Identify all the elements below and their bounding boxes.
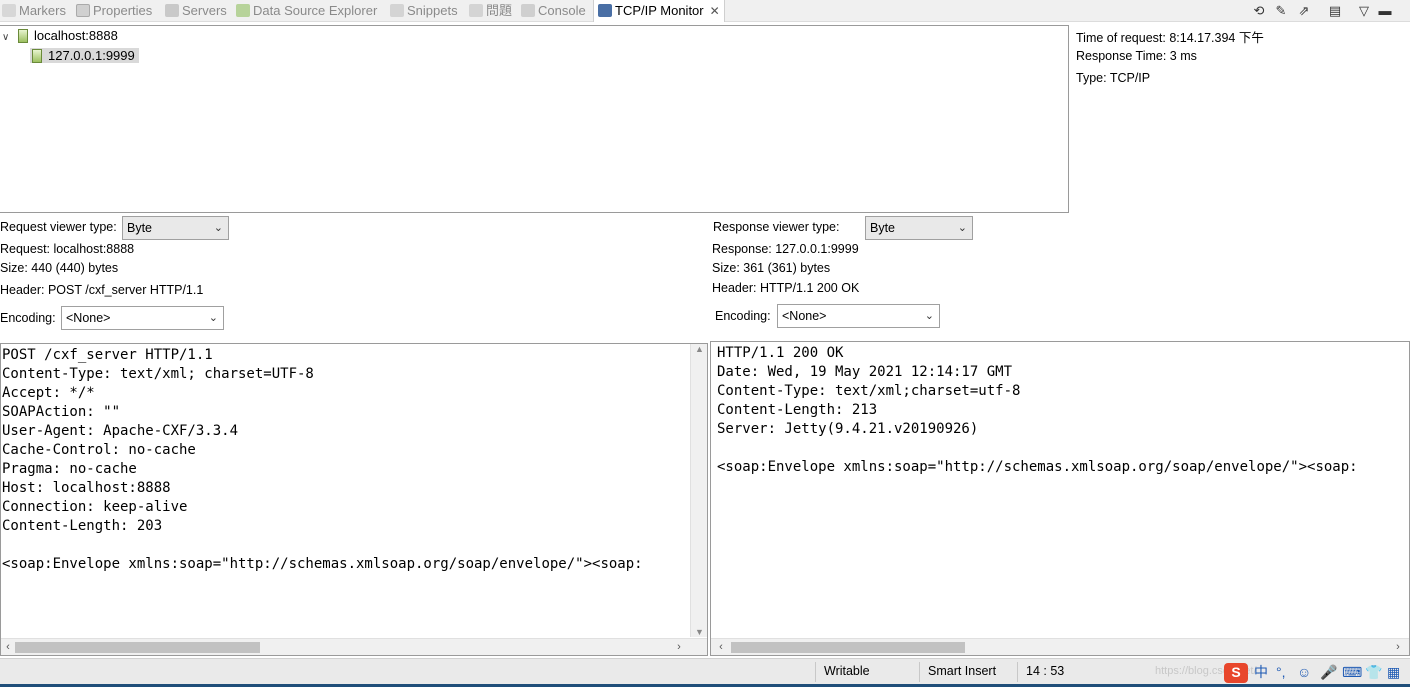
tab-console[interactable]: Console [521,0,586,22]
properties-icon [76,4,90,17]
clear-icon[interactable]: ✎ [1272,2,1290,20]
status-bar: Writable Smart Insert 14 : 53 https://bl… [0,658,1410,687]
response-viewer-type-select[interactable]: Byte ⌄ [865,216,973,240]
ime-emoji-icon[interactable]: ☺ [1297,663,1311,681]
chevron-down-icon[interactable]: ∨ [2,29,14,47]
snippets-icon [390,4,404,17]
response-viewer-type-label: Response viewer type: [713,220,840,234]
tab-snippets[interactable]: Snippets [390,0,458,22]
markers-icon [2,4,16,17]
request-header: Header: POST /cxf_server HTTP/1.1 [0,283,204,297]
request-node-icon [32,49,42,63]
history-icon[interactable]: ⟲ [1250,2,1268,20]
tab-problems[interactable]: 問題 [469,0,512,22]
scroll-left-icon[interactable]: ‹ [1,639,15,655]
request-source: Request: localhost:8888 [0,242,135,256]
ime-skin-icon[interactable]: 👕 [1365,663,1382,681]
ime-toolbox-icon[interactable]: ▦ [1387,663,1400,681]
data-source-icon [236,4,250,17]
chevron-down-icon: ⌄ [924,310,934,322]
request-horizontal-scrollbar[interactable]: ‹ › [1,638,707,655]
tcpip-monitor-icon [598,4,612,17]
tab-servers[interactable]: Servers [165,0,227,22]
scroll-right-icon[interactable]: › [672,639,686,655]
connection-type: Type: TCP/IP [1076,71,1151,85]
chevron-down-icon: ⌄ [208,312,218,324]
tab-markers[interactable]: Markers [2,0,66,22]
ime-punctuation-icon[interactable]: °, [1276,663,1286,681]
response-header: Header: HTTP/1.1 200 OK [712,281,860,295]
response-encoding-select[interactable]: <None> ⌄ [777,304,940,328]
console-icon [521,4,535,17]
tree-item-localhost[interactable]: ∨ localhost:8888 [2,27,118,45]
host-node-icon [18,29,28,43]
response-body-viewer[interactable]: HTTP/1.1 200 OK Date: Wed, 19 May 2021 1… [710,341,1410,656]
scroll-up-icon[interactable]: ▲ [691,344,707,354]
request-body-text[interactable]: POST /cxf_server HTTP/1.1 Content-Type: … [1,344,707,574]
request-tree: ∨ localhost:8888 127.0.0.1:9999 [0,25,1069,213]
request-size: Size: 440 (440) bytes [0,261,119,275]
ime-keyboard-icon[interactable]: ⌨ [1342,663,1362,681]
request-vertical-scrollbar[interactable]: ▲ ▼ [690,344,707,637]
request-viewer-type-select[interactable]: Byte ⌄ [122,216,229,240]
response-hscroll-thumb[interactable] [731,642,965,653]
watermark-text: https://blog.csdn.net/... [1155,665,1266,677]
ime-language-toggle[interactable]: 中 [1254,663,1268,681]
tab-tcpip-monitor[interactable]: TCP/IP Monitor ✕ [593,0,725,22]
request-hscroll-thumb[interactable] [15,642,260,653]
tree-item-request-127[interactable]: 127.0.0.1:9999 [30,47,139,65]
time-of-request: Time of request: 8:14.17.394 下午 [1076,31,1264,45]
servers-icon [165,4,179,17]
request-encoding-label: Encoding: [0,311,56,325]
request-encoding-select[interactable]: <None> ⌄ [61,306,224,330]
view-menu-icon[interactable]: ▽ [1355,2,1373,20]
scroll-left-icon[interactable]: ‹ [714,639,728,655]
response-horizontal-scrollbar[interactable]: ‹ › [711,638,1409,655]
problems-icon [469,4,483,17]
minimize-icon[interactable]: ▬ [1376,2,1394,20]
properties-toolbar-icon[interactable]: ▤ [1326,2,1344,20]
request-viewer-type-label: Request viewer type: [0,220,117,234]
ime-logo-icon[interactable]: S [1224,663,1248,683]
close-tab-icon[interactable]: ✕ [710,4,720,18]
response-encoding-label: Encoding: [715,309,771,323]
request-body-viewer[interactable]: POST /cxf_server HTTP/1.1 Content-Type: … [0,343,708,656]
response-time: Response Time: 3 ms [1076,49,1197,63]
response-source: Response: 127.0.0.1:9999 [712,242,859,256]
chevron-down-icon: ⌄ [213,222,223,234]
ime-voice-icon[interactable]: 🎤 [1320,663,1337,681]
tab-data-source-explorer[interactable]: Data Source Explorer [236,0,377,22]
open-in-editor-icon[interactable]: ⇗ [1295,2,1313,20]
tab-properties[interactable]: Properties [76,0,152,22]
status-insert-mode[interactable]: Smart Insert [928,659,996,687]
response-size: Size: 361 (361) bytes [712,261,831,275]
status-writable: Writable [824,664,870,678]
scroll-right-icon[interactable]: › [1391,639,1405,655]
response-body-text[interactable]: HTTP/1.1 200 OK Date: Wed, 19 May 2021 1… [711,342,1409,477]
status-cursor-position[interactable]: 14 : 53 [1026,659,1064,687]
view-tab-bar: Markers Properties Servers Data Source E… [0,0,1410,22]
chevron-down-icon: ⌄ [957,222,967,234]
scroll-down-icon[interactable]: ▼ [691,627,707,637]
